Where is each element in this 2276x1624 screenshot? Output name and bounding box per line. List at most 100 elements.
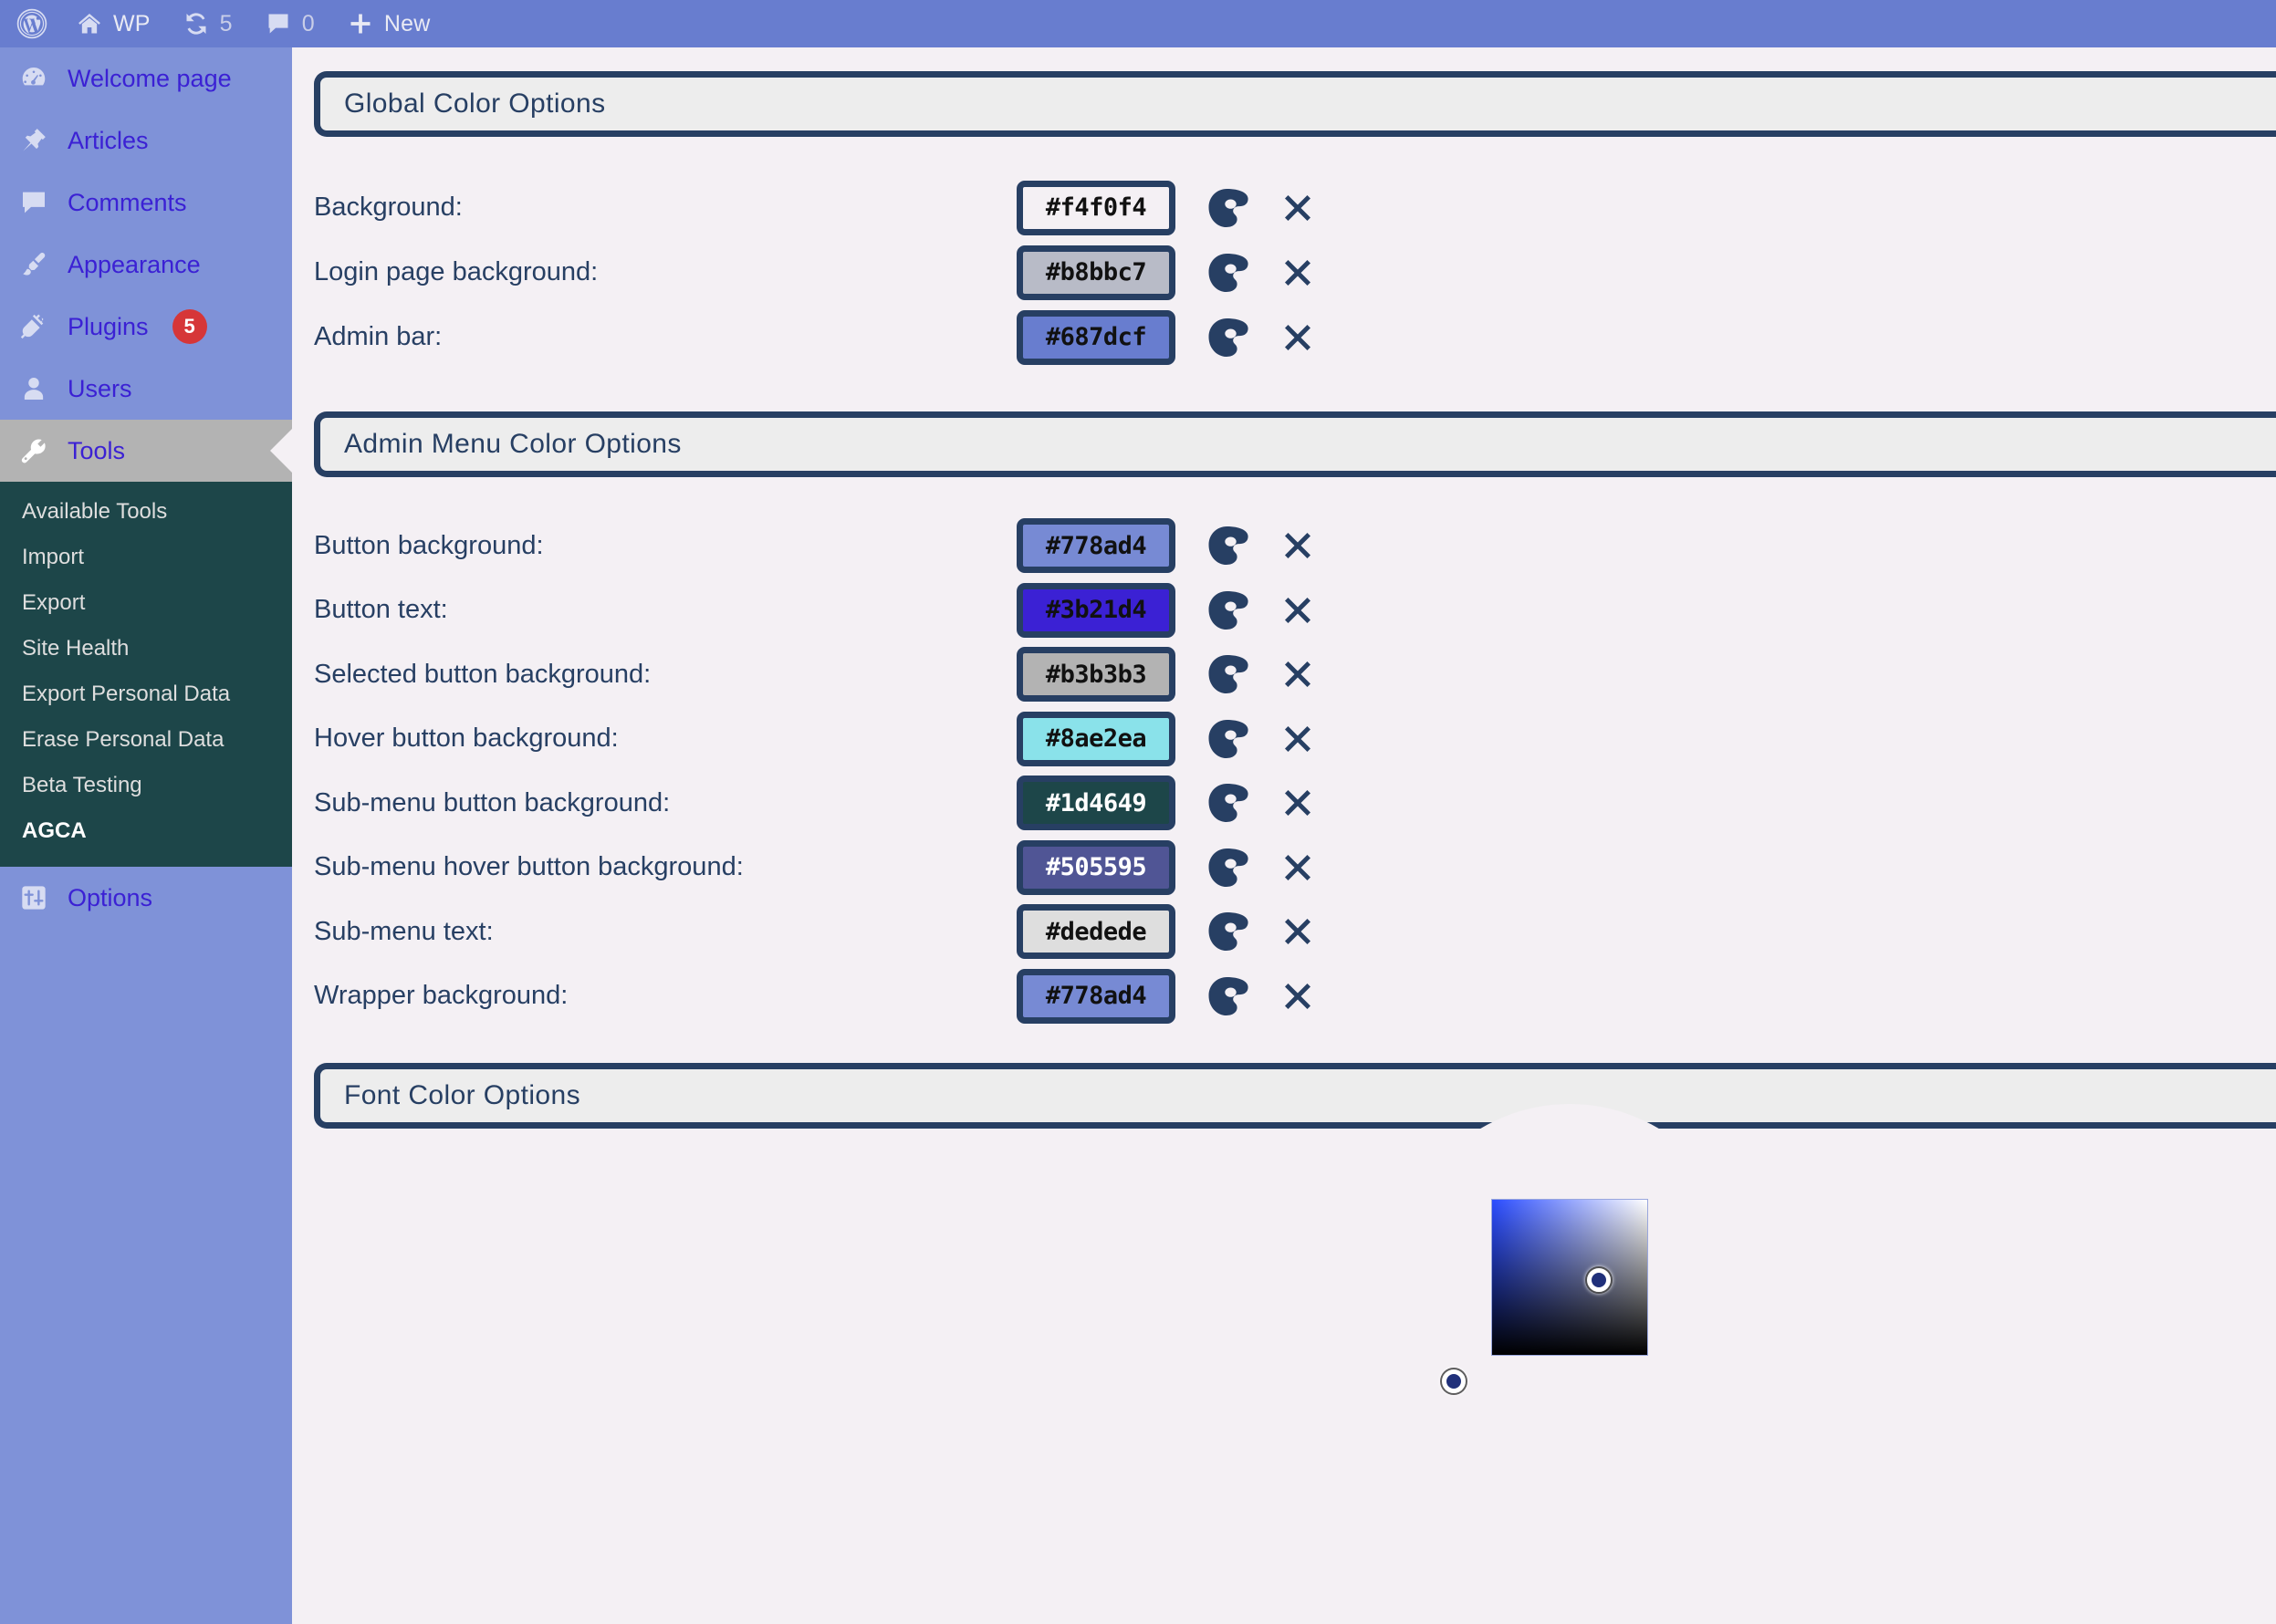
submenu-item-export-personal-data[interactable]: Export Personal Data: [0, 671, 292, 717]
admin-bar-item-site-name[interactable]: WP: [60, 0, 167, 47]
admin-bar-item-updates[interactable]: 5: [167, 0, 249, 47]
sidebar-item-articles[interactable]: Articles: [0, 109, 292, 172]
color-value: #b3b3b3: [1046, 661, 1146, 689]
color-row: Hover button background: #8ae2ea: [314, 707, 2276, 772]
wordpress-logo-button[interactable]: [13, 0, 60, 47]
color-input-wrapper-background[interactable]: #778ad4: [1017, 969, 1175, 1024]
submenu-item-erase-personal-data[interactable]: Erase Personal Data: [0, 717, 292, 763]
sidebar-item-label: Tools: [68, 437, 125, 465]
pin-icon: [18, 126, 49, 155]
tools-submenu: Available Tools Import Export Site Healt…: [0, 482, 292, 867]
submenu-item-export[interactable]: Export: [0, 580, 292, 626]
clear-x-icon[interactable]: [1278, 188, 1318, 228]
plus-icon: [348, 11, 373, 36]
admin-sidebar: Welcome page Articles Comments: [0, 47, 292, 1624]
color-palette-icon[interactable]: [1203, 973, 1250, 1020]
color-palette-icon[interactable]: [1203, 249, 1250, 297]
wrench-icon: [18, 436, 49, 465]
row-label: Background:: [314, 193, 1017, 223]
current-menu-arrow: [270, 429, 292, 473]
sidebar-item-options[interactable]: Options: [0, 867, 292, 929]
color-palette-icon[interactable]: [1203, 844, 1250, 891]
dashboard-icon: [18, 64, 49, 93]
color-input-button-background[interactable]: #778ad4: [1017, 518, 1175, 573]
color-palette-icon[interactable]: [1203, 314, 1250, 361]
paintbrush-icon: [18, 250, 49, 279]
color-input-sub-menu-text[interactable]: #dedede: [1017, 904, 1175, 959]
submenu-item-import[interactable]: Import: [0, 535, 292, 580]
clear-x-icon[interactable]: [1278, 253, 1318, 293]
row-label: Hover button background:: [314, 724, 1017, 754]
color-palette-icon[interactable]: [1203, 779, 1250, 827]
clear-x-icon[interactable]: [1278, 783, 1318, 823]
color-wheel-picker[interactable]: [1396, 1104, 1743, 1451]
color-palette-icon[interactable]: [1203, 587, 1250, 634]
clear-x-icon[interactable]: [1278, 654, 1318, 694]
admin-menu-color-rows: Button background: #778ad4 Button text: …: [292, 477, 2276, 1028]
clear-x-icon[interactable]: [1278, 976, 1318, 1016]
color-palette-icon[interactable]: [1203, 651, 1250, 698]
hue-marker[interactable]: [1442, 1369, 1466, 1393]
sidebar-item-plugins[interactable]: Plugins 5: [0, 296, 292, 358]
clear-x-icon[interactable]: [1278, 318, 1318, 358]
admin-bar-comments-count: 0: [302, 11, 315, 37]
sidebar-item-tools[interactable]: Tools: [0, 420, 292, 482]
submenu-item-site-health[interactable]: Site Health: [0, 626, 292, 671]
color-palette-icon[interactable]: [1203, 908, 1250, 955]
color-row: Background: #f4f0f4: [314, 175, 2276, 240]
color-row: Admin bar: #687dcf: [314, 305, 2276, 370]
submenu-item-available-tools[interactable]: Available Tools: [0, 489, 292, 535]
color-input-selected-button-background[interactable]: #b3b3b3: [1017, 647, 1175, 702]
clear-x-icon[interactable]: [1278, 590, 1318, 630]
sidebar-item-users[interactable]: Users: [0, 358, 292, 420]
sidebar-item-comments[interactable]: Comments: [0, 172, 292, 234]
admin-bar-new-label: New: [384, 11, 431, 37]
admin-bar-item-new[interactable]: New: [331, 0, 447, 47]
user-icon: [18, 374, 49, 403]
color-row: Wrapper background: #778ad4: [314, 964, 2276, 1029]
section-header-global-color-options: Global Color Options: [314, 71, 2276, 137]
sidebar-item-label: Appearance: [68, 251, 201, 279]
submenu-item-agca[interactable]: AGCA: [0, 808, 292, 854]
options-page-content: Global Color Options Background: #f4f0f4: [292, 47, 2276, 1624]
color-input-admin-bar[interactable]: #687dcf: [1017, 310, 1175, 365]
admin-bar-item-comments[interactable]: 0: [249, 0, 331, 47]
saturation-value-square[interactable]: [1491, 1199, 1648, 1356]
clear-x-icon[interactable]: [1278, 911, 1318, 952]
home-icon: [77, 11, 102, 36]
comment-icon: [18, 188, 49, 217]
color-row: Login page background: #b8bbc7: [314, 240, 2276, 305]
row-label: Wrapper background:: [314, 981, 1017, 1011]
row-label: Admin bar:: [314, 322, 1017, 352]
row-label: Login page background:: [314, 257, 1017, 287]
clear-x-icon[interactable]: [1278, 848, 1318, 888]
sidebar-item-welcome-page[interactable]: Welcome page: [0, 47, 292, 109]
clear-x-icon[interactable]: [1278, 526, 1318, 566]
plugins-update-badge: 5: [172, 309, 207, 344]
section-header-admin-menu-color-options: Admin Menu Color Options: [314, 411, 2276, 477]
color-value: #778ad4: [1046, 982, 1146, 1010]
section-title: Global Color Options: [344, 88, 605, 120]
color-input-button-text[interactable]: #3b21d4: [1017, 583, 1175, 638]
color-input-sub-menu-button-background[interactable]: #1d4649: [1017, 776, 1175, 830]
sidebar-item-label: Users: [68, 375, 132, 403]
clear-x-icon[interactable]: [1278, 719, 1318, 759]
global-color-rows: Background: #f4f0f4: [292, 137, 2276, 370]
row-label: Sub-menu text:: [314, 917, 1017, 947]
color-value: #f4f0f4: [1046, 193, 1146, 222]
admin-bar-updates-count: 5: [220, 11, 233, 37]
color-row: Sub-menu hover button background: #50559…: [314, 836, 2276, 900]
submenu-item-beta-testing[interactable]: Beta Testing: [0, 763, 292, 808]
color-value: #3b21d4: [1046, 596, 1146, 624]
color-input-hover-button-background[interactable]: #8ae2ea: [1017, 712, 1175, 766]
color-input-login-page-background[interactable]: #b8bbc7: [1017, 245, 1175, 300]
color-palette-icon[interactable]: [1203, 522, 1250, 569]
color-palette-icon[interactable]: [1203, 715, 1250, 763]
color-input-background[interactable]: #f4f0f4: [1017, 181, 1175, 235]
color-palette-icon[interactable]: [1203, 184, 1250, 232]
section-header-font-color-options: Font Color Options: [314, 1063, 2276, 1129]
color-input-sub-menu-hover-button-background[interactable]: #505595: [1017, 840, 1175, 895]
saturation-value-marker[interactable]: [1587, 1268, 1611, 1292]
color-value: #dedede: [1046, 918, 1146, 946]
sidebar-item-appearance[interactable]: Appearance: [0, 234, 292, 296]
